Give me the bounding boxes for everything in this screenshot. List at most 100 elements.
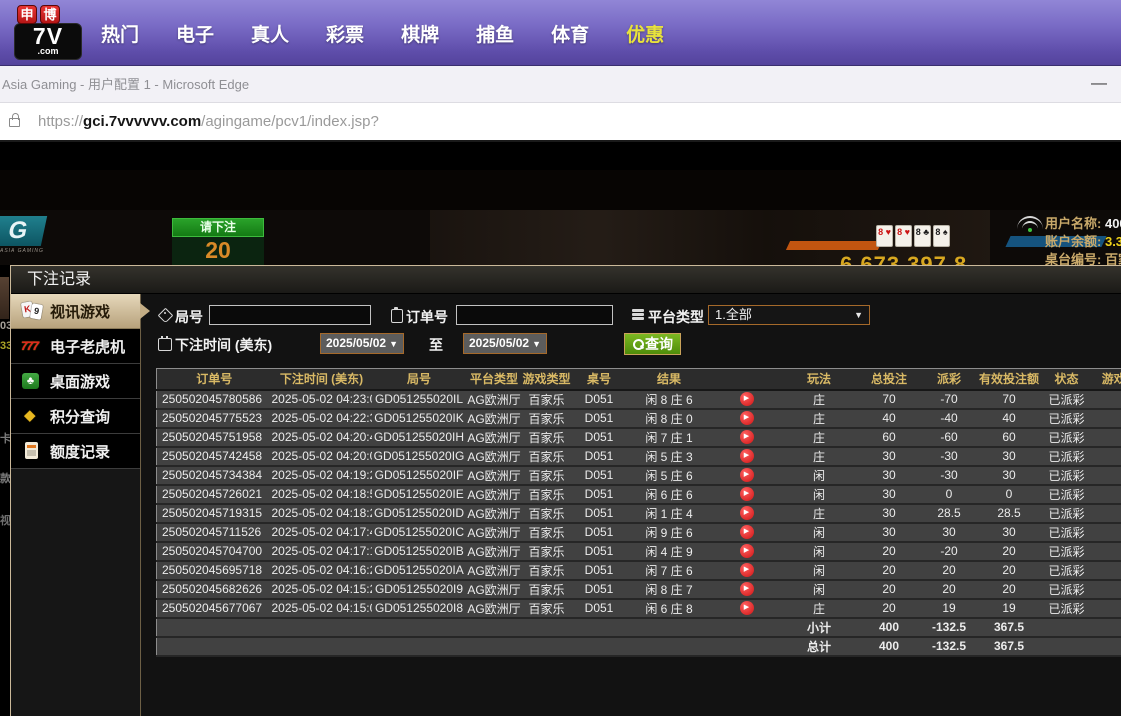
nav-item[interactable]: 电子 <box>176 20 214 47</box>
platform-select[interactable]: 1.全部 ▼ <box>708 305 870 325</box>
cell-total-bet: 30 <box>857 523 922 542</box>
search-button[interactable]: 查询 <box>624 333 681 355</box>
subtotal-row-label: 小计 <box>782 618 857 637</box>
cell-bet-side: 闲 <box>782 561 857 580</box>
cell-bet-side: 庄 <box>782 504 857 523</box>
chevron-down-icon: ▼ <box>854 306 863 324</box>
sidebar-item-slots[interactable]: 电子老虎机 <box>11 329 140 364</box>
play-icon[interactable]: ▶ <box>740 601 754 615</box>
sidebar-item-cards[interactable]: 视讯游戏 <box>11 294 140 329</box>
bet-prompt-label: 请下注 <box>172 218 264 237</box>
site-logo[interactable]: 申 博 7V .com <box>14 5 88 62</box>
cell-total-bet: 30 <box>857 504 922 523</box>
cell-bet-side: 闲 <box>782 542 857 561</box>
cell-bet-time: 2025-05-02 04:17:44 <box>272 523 372 542</box>
cell-replay: ▶ <box>712 580 782 599</box>
nav-item[interactable]: 棋牌 <box>401 20 439 47</box>
cell-status: 已派彩 <box>1042 466 1092 485</box>
window-title: Asia Gaming - 用户配置 1 - Microsoft Edge <box>2 66 249 103</box>
cell-empty <box>627 637 712 656</box>
cell-game-type: 百家乐 <box>522 466 572 485</box>
cell-round-no: GD051255020IA <box>372 561 467 580</box>
column-header: 桌号 <box>572 369 627 390</box>
date-to-picker[interactable]: 2025/05/02▼ <box>463 333 547 354</box>
cell-valid-bet: 0 <box>977 485 1042 504</box>
play-icon[interactable]: ▶ <box>740 392 754 406</box>
subtotal-row-payout: -132.5 <box>922 618 977 637</box>
play-icon[interactable]: ▶ <box>740 525 754 539</box>
cell-platform: AG欧洲厅 <box>467 485 522 504</box>
sidebar-item-points[interactable]: 积分查询 <box>11 399 140 434</box>
column-header: 下注时间 (美东) <box>272 369 372 390</box>
cell-bet-time: 2025-05-02 04:15:04 <box>272 599 372 618</box>
cell-game-type: 百家乐 <box>522 523 572 542</box>
nav-item[interactable]: 优惠 <box>626 20 664 47</box>
column-header: 游戏类型 <box>522 369 572 390</box>
balance-value: 3.3 <box>1105 234 1121 249</box>
table-row: 2505020457193152025-05-02 04:18:21GD0512… <box>157 504 1121 523</box>
nav-item[interactable]: 彩票 <box>326 20 364 47</box>
cell-platform: AG欧洲厅 <box>467 466 522 485</box>
cell-round-no: GD051255020IC <box>372 523 467 542</box>
minimize-button[interactable]: — <box>1091 66 1107 101</box>
cell-game-type: 百家乐 <box>522 542 572 561</box>
nav-item[interactable]: 捕鱼 <box>476 20 514 47</box>
cell-result: 闲 5 庄 6 <box>627 466 712 485</box>
cell-empty <box>467 618 522 637</box>
cell-empty <box>272 637 372 656</box>
nav-item[interactable]: 体育 <box>551 20 589 47</box>
cell-empty <box>522 637 572 656</box>
ag-logo-subtext: ASIA GAMING <box>0 248 44 254</box>
cell-game-type: 百家乐 <box>522 485 572 504</box>
cell-empty <box>712 618 782 637</box>
play-icon[interactable]: ▶ <box>740 430 754 444</box>
cell-round-no: GD051255020IL <box>372 390 467 409</box>
ag-logo: G ASIA GAMING <box>0 216 58 256</box>
cell-bet-side: 闲 <box>782 523 857 542</box>
cell-total-bet: 60 <box>857 428 922 447</box>
cell-valid-bet: 20 <box>977 561 1042 580</box>
order-input[interactable] <box>456 305 613 325</box>
cell-empty <box>1042 637 1092 656</box>
cell-table-no: D051 <box>572 504 627 523</box>
cell-empty <box>712 637 782 656</box>
date-from-picker[interactable]: 2025/05/02▼ <box>320 333 404 354</box>
cell-platform: AG欧洲厅 <box>467 447 522 466</box>
cell-valid-bet: 70 <box>977 390 1042 409</box>
sidebar-item-tablegame[interactable]: 桌面游戏 <box>11 364 140 399</box>
play-icon[interactable]: ▶ <box>740 506 754 520</box>
panel-title: 下注记录 <box>27 266 91 293</box>
cell-empty <box>1042 618 1092 637</box>
cell-bet-time: 2025-05-02 04:20:47 <box>272 428 372 447</box>
cell-platform: AG欧洲厅 <box>467 523 522 542</box>
play-icon[interactable]: ▶ <box>740 411 754 425</box>
cell-bet-side: 闲 <box>782 466 857 485</box>
cell-status: 已派彩 <box>1042 580 1092 599</box>
cell-status: 已派彩 <box>1042 504 1092 523</box>
jackpot-number: 6,673,397.8 <box>840 252 967 265</box>
cell-bet-time: 2025-05-02 04:22:37 <box>272 409 372 428</box>
cell-game-extra <box>1092 409 1121 428</box>
cell-result: 闲 1 庄 4 <box>627 504 712 523</box>
play-icon[interactable]: ▶ <box>740 544 754 558</box>
panel-content: 局号 订单号 平台类型 1.全部 ▼ 下注时间 (美东) 2025/05/02▼… <box>142 294 1121 716</box>
play-icon[interactable]: ▶ <box>740 582 754 596</box>
sidebar-item-records[interactable]: 额度记录 <box>11 434 140 469</box>
cell-round-no: GD051255020IK <box>372 409 467 428</box>
cell-payout: 19 <box>922 599 977 618</box>
play-icon[interactable]: ▶ <box>740 449 754 463</box>
play-icon[interactable]: ▶ <box>740 487 754 501</box>
total-row: 总计400-132.5367.5 <box>157 637 1121 656</box>
cell-payout: -40 <box>922 409 977 428</box>
cell-bet-time: 2025-05-02 04:18:21 <box>272 504 372 523</box>
user-info-block: 用户名称: 400 账户余额: 3.3 桌台编号: 百家 <box>1045 215 1121 265</box>
table-row: 2505020456957182025-05-02 04:16:29GD0512… <box>157 561 1121 580</box>
play-icon[interactable]: ▶ <box>740 468 754 482</box>
browser-urlbar[interactable]: https://gci.7vvvvvv.com/agingame/pcv1/in… <box>0 103 1121 142</box>
play-icon[interactable]: ▶ <box>740 563 754 577</box>
nav-item[interactable]: 真人 <box>251 20 289 47</box>
url-text[interactable]: https://gci.7vvvvvv.com/agingame/pcv1/in… <box>38 103 379 141</box>
cell-game-type: 百家乐 <box>522 409 572 428</box>
nav-item[interactable]: 热门 <box>101 20 139 47</box>
round-input[interactable] <box>209 305 371 325</box>
